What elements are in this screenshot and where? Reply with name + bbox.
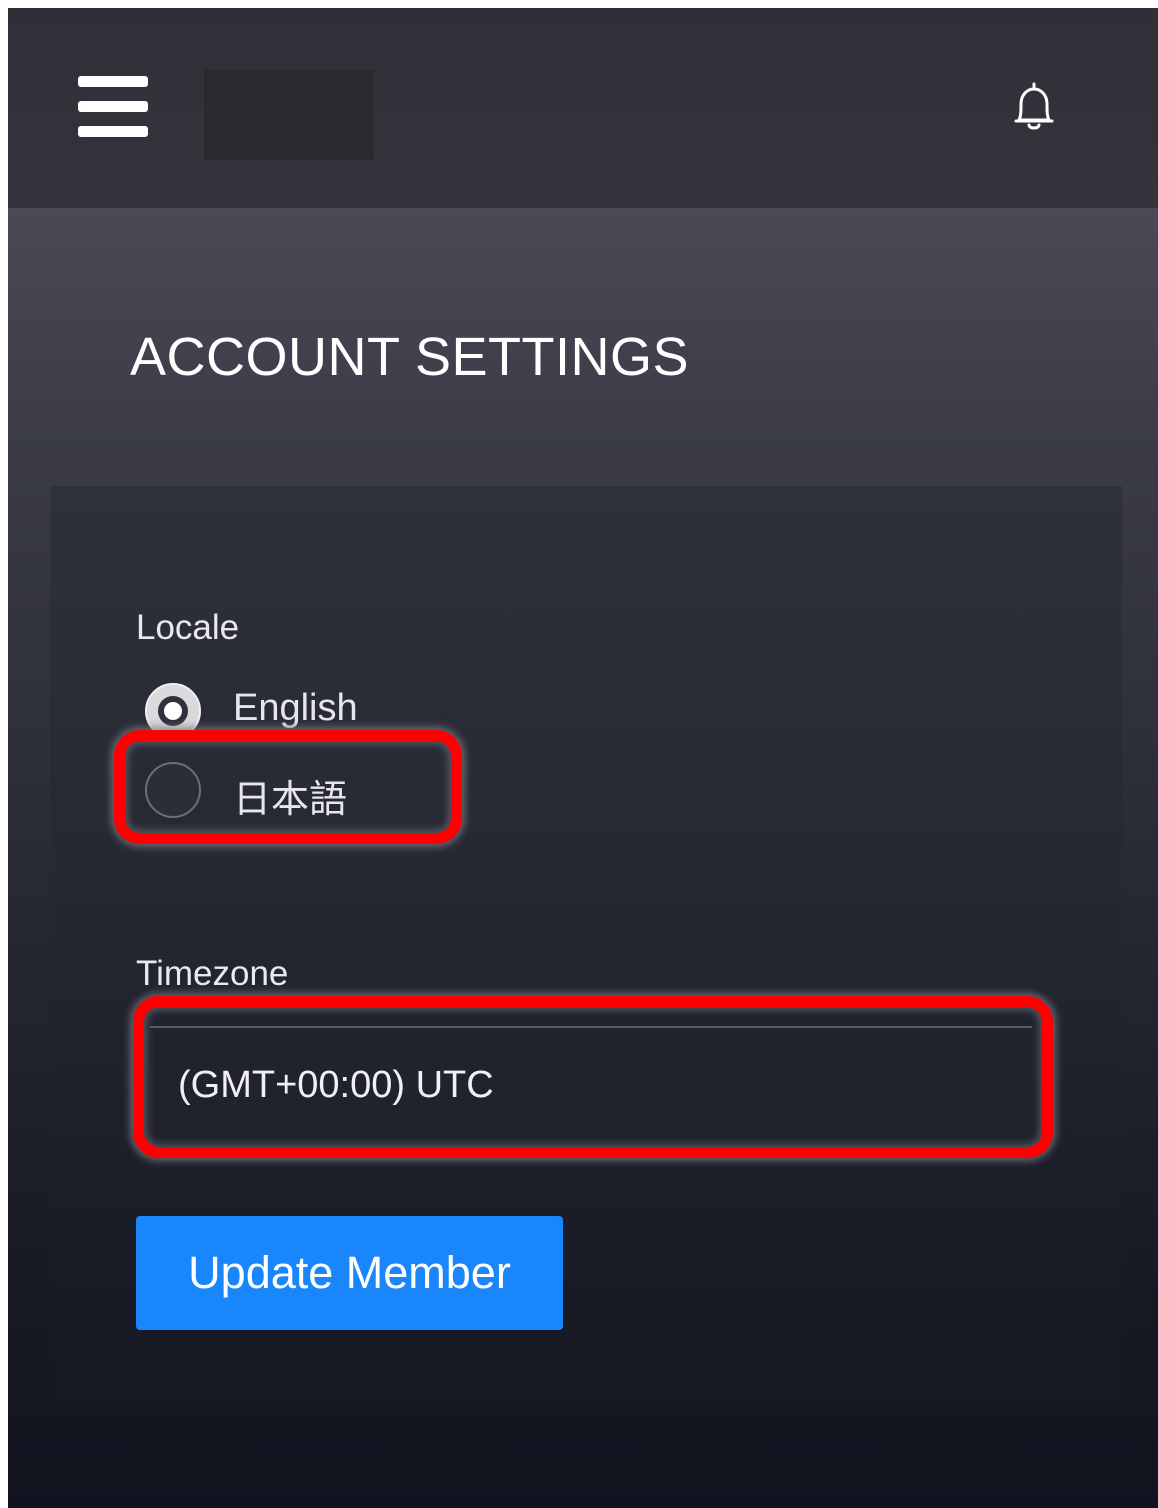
timezone-label: Timezone: [136, 954, 289, 993]
radio-japanese[interactable]: [145, 762, 201, 818]
app-screen: ACCOUNT SETTINGS Locale English 日本語 Time…: [8, 8, 1158, 1508]
page-title: ACCOUNT SETTINGS: [130, 327, 690, 387]
bell-icon[interactable]: [1011, 82, 1057, 134]
timezone-select[interactable]: (GMT+00:00) UTC: [150, 1026, 1032, 1142]
radio-english-label: English: [233, 687, 358, 729]
radio-japanese-label: 日本語: [233, 779, 348, 821]
logo-placeholder: [204, 70, 374, 160]
hamburger-menu-icon[interactable]: [78, 76, 148, 138]
locale-label: Locale: [136, 608, 240, 647]
timezone-select-value: (GMT+00:00) UTC: [178, 1064, 494, 1106]
update-member-button[interactable]: Update Member: [136, 1216, 563, 1330]
locale-option-english[interactable]: English: [145, 683, 445, 743]
radio-english[interactable]: [145, 683, 201, 739]
locale-option-japanese[interactable]: 日本語: [145, 762, 445, 822]
top-navbar: [8, 8, 1158, 208]
